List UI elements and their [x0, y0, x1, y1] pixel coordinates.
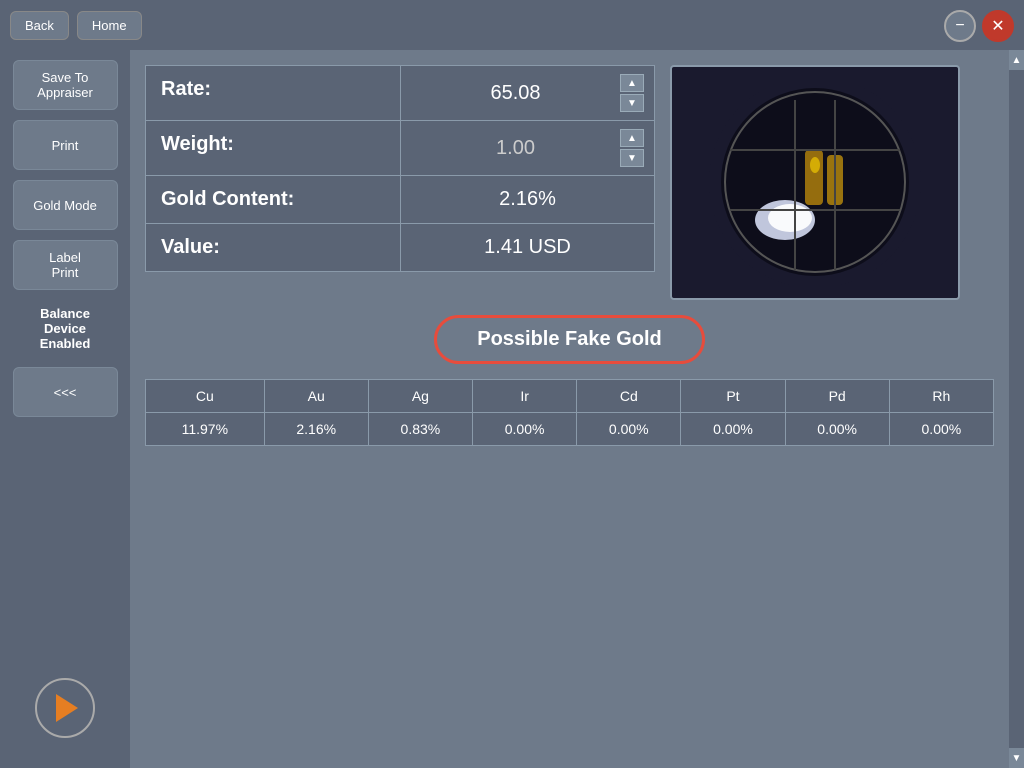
print-button[interactable]: Print: [13, 120, 118, 170]
val-cu: 11.97%: [146, 413, 265, 446]
camera-image: [670, 65, 960, 300]
scrollbar[interactable]: ▲ ▼: [1009, 50, 1024, 768]
weight-spinner[interactable]: ▲ ▼: [620, 129, 644, 167]
save-to-appraiser-button[interactable]: Save ToAppraiser: [13, 60, 118, 110]
col-pt: Pt: [681, 380, 785, 413]
warning-container: Possible Fake Gold: [145, 315, 994, 364]
window-controls: − ✕: [944, 10, 1014, 42]
sidebar: Save ToAppraiser Print Gold Mode LabelPr…: [0, 50, 130, 768]
warning-label: Possible Fake Gold: [434, 315, 705, 364]
camera-svg: [675, 70, 955, 295]
label-print-button[interactable]: LabelPrint: [13, 240, 118, 290]
main-content: Rate: 65.08 ▲ ▼ Weight: 1.00 ▲ ▼: [130, 50, 1009, 768]
back-button[interactable]: Back: [10, 11, 69, 40]
col-rh: Rh: [889, 380, 993, 413]
measurements-table: Rate: 65.08 ▲ ▼ Weight: 1.00 ▲ ▼: [145, 65, 655, 272]
rate-label: Rate:: [146, 66, 400, 121]
elements-table-body: 11.97% 2.16% 0.83% 0.00% 0.00% 0.00% 0.0…: [146, 413, 994, 446]
scroll-track[interactable]: [1009, 70, 1024, 748]
value-label: Value:: [146, 224, 400, 271]
scroll-down-arrow[interactable]: ▼: [1009, 748, 1024, 768]
value-value: 1.41 USD: [411, 236, 644, 259]
value-value-cell: 1.41 USD: [400, 224, 654, 271]
gold-mode-button[interactable]: Gold Mode: [13, 180, 118, 230]
top-section: Rate: 65.08 ▲ ▼ Weight: 1.00 ▲ ▼: [145, 65, 994, 300]
elements-values-row: 11.97% 2.16% 0.83% 0.00% 0.00% 0.00% 0.0…: [146, 413, 994, 446]
col-cu: Cu: [146, 380, 265, 413]
val-ag: 0.83%: [368, 413, 472, 446]
val-pd: 0.00%: [785, 413, 889, 446]
weight-down-button[interactable]: ▼: [620, 149, 644, 167]
elements-table-header: Cu Au Ag Ir Cd Pt Pd Rh: [146, 380, 994, 413]
weight-label: Weight:: [146, 121, 400, 176]
col-ir: Ir: [473, 380, 577, 413]
gold-content-value: 2.16%: [411, 188, 644, 211]
val-ir: 0.00%: [473, 413, 577, 446]
weight-up-button[interactable]: ▲: [620, 129, 644, 147]
top-bar: Back Home − ✕: [0, 0, 1024, 50]
col-ag: Ag: [368, 380, 472, 413]
elements-header-row: Cu Au Ag Ir Cd Pt Pd Rh: [146, 380, 994, 413]
val-rh: 0.00%: [889, 413, 993, 446]
balance-device-label: Balance DeviceEnabled: [13, 300, 118, 357]
play-button-container: [35, 678, 95, 738]
col-cd: Cd: [577, 380, 681, 413]
elements-table: Cu Au Ag Ir Cd Pt Pd Rh 11.97% 2.16% 0.8…: [145, 379, 994, 446]
weight-value: 1.00: [411, 137, 620, 160]
col-pd: Pd: [785, 380, 889, 413]
rate-value: 65.08: [411, 82, 620, 105]
play-button[interactable]: [35, 678, 95, 738]
gold-content-value-cell: 2.16%: [400, 176, 654, 224]
val-au: 2.16%: [264, 413, 368, 446]
val-pt: 0.00%: [681, 413, 785, 446]
weight-value-cell: 1.00 ▲ ▼: [400, 121, 654, 176]
back-nav-button[interactable]: <<<: [13, 367, 118, 417]
play-icon: [56, 694, 78, 722]
val-cd: 0.00%: [577, 413, 681, 446]
close-button[interactable]: ✕: [982, 10, 1014, 42]
rate-down-button[interactable]: ▼: [620, 94, 644, 112]
rate-spinner[interactable]: ▲ ▼: [620, 74, 644, 112]
gold-content-label: Gold Content:: [146, 176, 400, 224]
home-button[interactable]: Home: [77, 11, 142, 40]
scroll-up-arrow[interactable]: ▲: [1009, 50, 1024, 70]
minimize-button[interactable]: −: [944, 10, 976, 42]
col-au: Au: [264, 380, 368, 413]
data-table: Rate: 65.08 ▲ ▼ Weight: 1.00 ▲ ▼: [145, 65, 655, 300]
rate-up-button[interactable]: ▲: [620, 74, 644, 92]
rate-value-cell: 65.08 ▲ ▼: [400, 66, 654, 121]
